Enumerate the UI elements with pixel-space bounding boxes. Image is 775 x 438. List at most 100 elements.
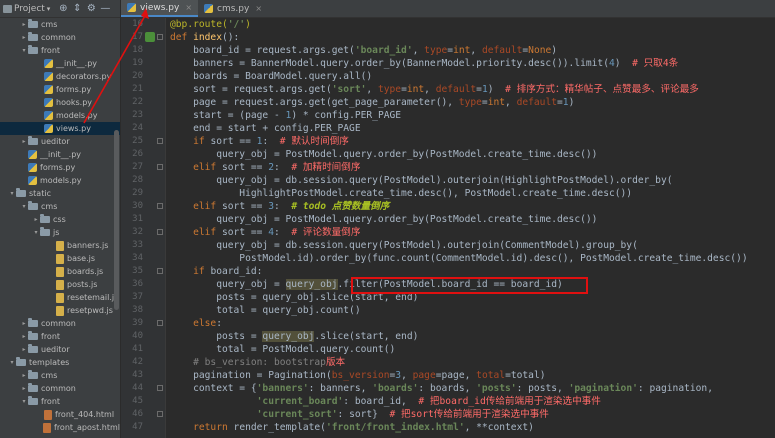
- code-line[interactable]: def index():: [170, 31, 239, 44]
- code-line[interactable]: return render_template('front/front_inde…: [170, 421, 534, 434]
- chevron-right-icon[interactable]: ▸: [20, 320, 28, 327]
- fold-marker-icon[interactable]: [157, 385, 163, 391]
- code-line[interactable]: boards = BoardModel.query.all(): [170, 70, 372, 83]
- code-line[interactable]: query_obj = db.session.query(PostModel).…: [170, 174, 672, 187]
- tree-file[interactable]: front_404.html: [0, 408, 120, 421]
- code-line[interactable]: pagination = Pagination(bs_version=3, pa…: [170, 369, 545, 382]
- tree-file[interactable]: views.py: [0, 122, 120, 135]
- tree-file[interactable]: models.py: [0, 109, 120, 122]
- tree-folder[interactable]: ▸ common: [0, 382, 120, 395]
- tree-folder[interactable]: ▾ static: [0, 187, 120, 200]
- code-line[interactable]: page = request.args.get(get_page_paramet…: [170, 96, 574, 109]
- code-line[interactable]: context = {'banners': banners, 'boards':…: [170, 382, 713, 395]
- tree-file[interactable]: models.py: [0, 174, 120, 187]
- code-line[interactable]: elif sort == 4: # 评论数量倒序: [170, 226, 360, 239]
- tree-folder[interactable]: ▸ cms: [0, 369, 120, 382]
- project-scrollbar[interactable]: [114, 130, 119, 310]
- code-line[interactable]: HighlightPostModel.create_time.desc(), P…: [170, 187, 632, 200]
- chevron-down-icon[interactable]: ▾: [8, 190, 16, 197]
- chevron-down-icon[interactable]: ▾: [8, 359, 16, 366]
- code-line[interactable]: 'current_sort': sort} # 把sort传给前端用于渲染选中事…: [170, 408, 549, 421]
- tree-folder[interactable]: ▾ js: [0, 226, 120, 239]
- tree-folder[interactable]: ▸ ueditor: [0, 135, 120, 148]
- tree-file[interactable]: __init__.py: [0, 148, 120, 161]
- tree-file[interactable]: posts.js: [0, 278, 120, 291]
- hide-panel-icon[interactable]: —: [98, 1, 112, 16]
- chevron-down-icon[interactable]: ▾: [20, 203, 28, 210]
- fold-marker-icon[interactable]: [157, 138, 163, 144]
- code-line[interactable]: total = query_obj.count(): [170, 304, 360, 317]
- tree-file[interactable]: forms.py: [0, 161, 120, 174]
- tree-folder[interactable]: ▸ css: [0, 213, 120, 226]
- code-line[interactable]: PostModel.id).order_by(func.count(Commen…: [170, 252, 747, 265]
- fold-marker-icon[interactable]: [157, 34, 163, 40]
- tree-folder[interactable]: ▾ front: [0, 44, 120, 57]
- tree-folder[interactable]: ▾ templates: [0, 356, 120, 369]
- tab-cms-py[interactable]: cms.py ×: [198, 0, 268, 17]
- project-view-selector[interactable]: Project: [14, 1, 45, 16]
- tree-file[interactable]: banners.js: [0, 239, 120, 252]
- chevron-right-icon[interactable]: ▸: [20, 346, 28, 353]
- code-line[interactable]: banners = BannerModel.query.order_by(Ban…: [170, 57, 678, 70]
- chevron-right-icon[interactable]: ▸: [20, 21, 28, 28]
- tree-folder[interactable]: ▸ common: [0, 31, 120, 44]
- collapse-all-icon[interactable]: ⇕: [70, 1, 84, 16]
- close-icon[interactable]: ×: [185, 3, 192, 12]
- fold-marker-icon[interactable]: [157, 411, 163, 417]
- code-line[interactable]: sort = request.args.get('sort', type=int…: [170, 83, 699, 96]
- code-line[interactable]: # bs_version: bootstrap版本: [170, 356, 345, 369]
- tree-file[interactable]: base.js: [0, 252, 120, 265]
- code-line[interactable]: @bp.route('/'): [170, 18, 251, 31]
- tree-file[interactable]: resetemail.js: [0, 291, 120, 304]
- code-line[interactable]: elif sort == 2: # 加精时间倒序: [170, 161, 360, 174]
- chevron-right-icon[interactable]: ▸: [20, 372, 28, 379]
- tab-views-py[interactable]: views.py ×: [121, 0, 199, 17]
- code-line[interactable]: query_obj = PostModel.query.order_by(Pos…: [170, 148, 597, 161]
- tree-folder[interactable]: ▾ cms: [0, 200, 120, 213]
- code-line[interactable]: end = start + config.PER_PAGE: [170, 122, 361, 135]
- code-line[interactable]: board_id = request.args.get('board_id', …: [170, 44, 557, 57]
- fold-marker-icon[interactable]: [157, 164, 163, 170]
- tree-file[interactable]: boards.js: [0, 265, 120, 278]
- chevron-right-icon[interactable]: ▸: [20, 385, 28, 392]
- fold-marker-icon[interactable]: [157, 203, 163, 209]
- tree-file[interactable]: hooks.py: [0, 96, 120, 109]
- tree-file[interactable]: resetpwd.js: [0, 304, 120, 317]
- fold-marker-icon[interactable]: [157, 268, 163, 274]
- tree-folder[interactable]: ▾ front: [0, 395, 120, 408]
- line-number-gutter[interactable]: 16 17 18 19 20 21 22 23 24 25 26 27 28 29 30 31 32 33 34 35…: [121, 18, 166, 438]
- code-line[interactable]: if sort == 1: # 默认时间倒序: [170, 135, 349, 148]
- code-line[interactable]: total = PostModel.query.count(): [170, 343, 395, 356]
- tree-file[interactable]: forms.py: [0, 83, 120, 96]
- code-line[interactable]: query_obj = db.session.query(PostModel).…: [170, 239, 638, 252]
- tree-file[interactable]: decorators.py: [0, 70, 120, 83]
- locate-file-icon[interactable]: ⊕: [56, 1, 70, 16]
- tree-folder[interactable]: ▸ common: [0, 317, 120, 330]
- chevron-right-icon[interactable]: ▸: [20, 333, 28, 340]
- gear-icon[interactable]: ⚙: [84, 1, 98, 16]
- code-line[interactable]: query_obj = PostModel.query.order_by(Pos…: [170, 213, 597, 226]
- fold-marker-icon[interactable]: [157, 320, 163, 326]
- chevron-down-icon[interactable]: ▾: [20, 398, 28, 405]
- code-editor[interactable]: @bp.route('/') def index(): board_id = re…: [170, 18, 775, 438]
- code-line[interactable]: posts = query_obj.slice(start, end): [170, 330, 418, 343]
- tree-file[interactable]: front_apost.html: [0, 421, 120, 434]
- chevron-down-icon[interactable]: ▾: [47, 1, 51, 16]
- chevron-down-icon[interactable]: ▾: [32, 229, 40, 236]
- code-line[interactable]: start = (page - 1) * config.PER_PAGE: [170, 109, 401, 122]
- chevron-down-icon[interactable]: ▾: [20, 47, 28, 54]
- code-line[interactable]: if board_id:: [170, 265, 262, 278]
- chevron-right-icon[interactable]: ▸: [32, 216, 40, 223]
- run-marker-icon[interactable]: [145, 32, 155, 42]
- chevron-right-icon[interactable]: ▸: [20, 34, 28, 41]
- tree-folder[interactable]: ▸ cms: [0, 18, 120, 31]
- chevron-right-icon[interactable]: ▸: [20, 138, 28, 145]
- code-line[interactable]: 'current_board': board_id, # 把board_id传给…: [170, 395, 601, 408]
- tree-folder[interactable]: ▸ front: [0, 330, 120, 343]
- code-line[interactable]: else:: [170, 317, 222, 330]
- tree-file[interactable]: __init__.py: [0, 57, 120, 70]
- fold-marker-icon[interactable]: [157, 229, 163, 235]
- tree-folder[interactable]: ▸ ueditor: [0, 343, 120, 356]
- code-line[interactable]: elif sort == 3: # todo 点赞数量倒序: [170, 200, 389, 213]
- close-icon[interactable]: ×: [255, 4, 262, 13]
